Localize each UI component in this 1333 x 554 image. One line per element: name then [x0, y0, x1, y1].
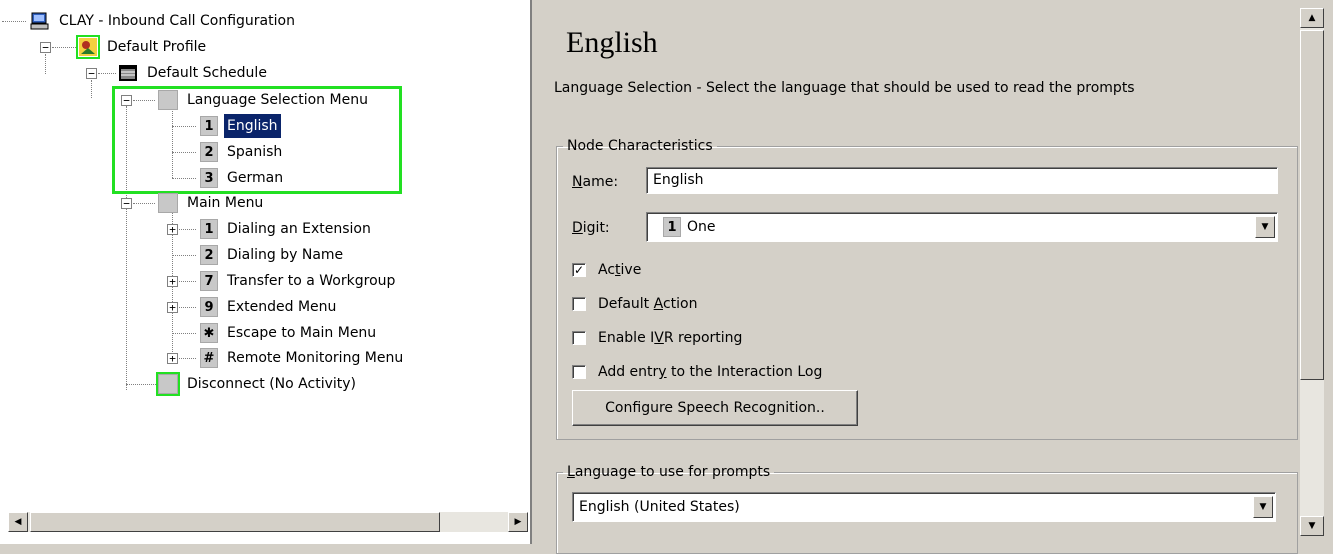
- tree-item-dialing-extension[interactable]: 1 Dialing an Extension: [200, 217, 374, 241]
- tree-pane[interactable]: CLAY - Inbound Call Configuration − Defa…: [0, 0, 532, 544]
- prompt-language-value: English (United States): [579, 499, 740, 515]
- default-action-checkbox[interactable]: [572, 297, 586, 311]
- collapse-toggle[interactable]: −: [86, 68, 97, 79]
- tree-line: [98, 73, 116, 74]
- digit-select-value: One: [687, 219, 716, 235]
- tree-item-label: Remote Monitoring Menu: [227, 350, 404, 366]
- digit-badge: 9: [200, 297, 218, 317]
- profile-icon: [76, 35, 100, 59]
- tree-item-extended-menu[interactable]: 9 Extended Menu: [200, 295, 339, 319]
- highlight-box: [112, 86, 402, 194]
- tree-item-main-menu[interactable]: Main Menu: [158, 191, 266, 215]
- scroll-thumb[interactable]: [1300, 30, 1324, 380]
- tree-item-dialing-name[interactable]: 2 Dialing by Name: [200, 243, 346, 267]
- tree-line: [52, 47, 76, 48]
- default-action-label: Default Action: [598, 296, 698, 312]
- tree-line: [133, 203, 155, 204]
- name-label: Name:: [572, 174, 619, 190]
- tree-item-profile[interactable]: Default Profile: [76, 35, 209, 59]
- tree-item-label: Dialing by Name: [227, 247, 344, 263]
- tree-line: [45, 54, 46, 74]
- digit-badge: ✱: [200, 323, 218, 343]
- scroll-right-icon[interactable]: ▶: [508, 512, 528, 532]
- scroll-down-icon[interactable]: ▼: [1300, 516, 1324, 536]
- ivr-reporting-label: Enable IVR reporting: [598, 330, 743, 346]
- menu-node-icon: [156, 372, 180, 396]
- computer-icon: [30, 11, 50, 31]
- group-legend: Node Characteristics: [567, 138, 713, 154]
- tree-item-schedule[interactable]: Default Schedule: [118, 61, 270, 85]
- interaction-log-checkbox-row[interactable]: Add entry to the Interaction Log: [572, 364, 822, 380]
- ivr-reporting-checkbox[interactable]: [572, 331, 586, 345]
- horizontal-scrollbar[interactable]: ◀ ▶: [8, 512, 528, 532]
- tree-item-escape-main[interactable]: ✱ Escape to Main Menu: [200, 321, 379, 345]
- scroll-left-icon[interactable]: ◀: [8, 512, 28, 532]
- collapse-toggle[interactable]: −: [40, 42, 51, 53]
- tree-line: [126, 384, 156, 385]
- tree-item-disconnect[interactable]: Disconnect (No Activity): [156, 372, 359, 396]
- tree-item-label: Dialing an Extension: [227, 221, 371, 237]
- group-legend: Language to use for prompts: [567, 464, 771, 480]
- configure-speech-button[interactable]: Configure Speech Recognition..: [572, 390, 858, 426]
- expand-toggle[interactable]: +: [167, 302, 178, 313]
- tree-line: [2, 21, 26, 22]
- ivr-reporting-checkbox-row[interactable]: Enable IVR reporting: [572, 330, 742, 346]
- menu-node-icon: [158, 193, 178, 213]
- collapse-toggle[interactable]: −: [121, 198, 132, 209]
- vertical-scrollbar[interactable]: ▲ ▼: [1300, 8, 1324, 536]
- tree-line: [172, 255, 196, 256]
- tree-item-label: Main Menu: [187, 195, 264, 211]
- active-checkbox[interactable]: ✓: [572, 263, 586, 277]
- expand-toggle[interactable]: +: [167, 353, 178, 364]
- detail-pane: English Language Selection - Select the …: [538, 0, 1300, 554]
- active-checkbox-row[interactable]: ✓ Active: [572, 262, 641, 278]
- default-action-checkbox-row[interactable]: Default Action: [572, 296, 697, 312]
- expand-toggle[interactable]: +: [167, 224, 178, 235]
- tree-item-label: Escape to Main Menu: [227, 325, 377, 341]
- digit-badge: #: [200, 348, 218, 368]
- tree-line: [179, 229, 196, 230]
- page-title: English: [566, 26, 658, 59]
- tree-line: [172, 333, 196, 334]
- digit-badge: 1: [663, 217, 681, 237]
- tree-line: [179, 281, 196, 282]
- interaction-log-label: Add entry to the Interaction Log: [598, 364, 823, 380]
- tree-item-label: Default Schedule: [147, 65, 267, 81]
- tree-root-label: CLAY - Inbound Call Configuration: [59, 13, 295, 29]
- tree-item-label: Disconnect (No Activity): [187, 376, 356, 392]
- chevron-down-icon[interactable]: ▼: [1255, 216, 1275, 238]
- prompt-language-select[interactable]: English (United States) ▼: [572, 492, 1276, 522]
- tree-item-label: Transfer to a Workgroup: [227, 273, 396, 289]
- tree-root[interactable]: CLAY - Inbound Call Configuration: [30, 9, 298, 33]
- tree-item-label: Default Profile: [107, 39, 207, 55]
- scroll-up-icon[interactable]: ▲: [1300, 8, 1324, 28]
- digit-badge: 2: [200, 245, 218, 265]
- tree-item-label: Extended Menu: [227, 299, 337, 315]
- digit-badge: 1: [200, 219, 218, 239]
- active-label: Active: [598, 262, 642, 278]
- digit-label: Digit:: [572, 220, 610, 236]
- digit-badge: 7: [200, 271, 218, 291]
- tree-item-transfer-workgroup[interactable]: 7 Transfer to a Workgroup: [200, 269, 398, 293]
- interaction-log-checkbox[interactable]: [572, 365, 586, 379]
- name-field[interactable]: English: [646, 167, 1278, 194]
- tree-item-remote-monitoring[interactable]: # Remote Monitoring Menu: [200, 346, 406, 370]
- tree-line: [179, 307, 196, 308]
- expand-toggle[interactable]: +: [167, 276, 178, 287]
- digit-select[interactable]: 1 One ▼: [646, 212, 1278, 242]
- chevron-down-icon[interactable]: ▼: [1253, 496, 1273, 518]
- schedule-icon: [118, 63, 138, 83]
- node-description: Language Selection - Select the language…: [554, 80, 1135, 96]
- scroll-thumb[interactable]: [30, 512, 440, 532]
- tree-line: [179, 358, 196, 359]
- tree-line: [91, 80, 92, 98]
